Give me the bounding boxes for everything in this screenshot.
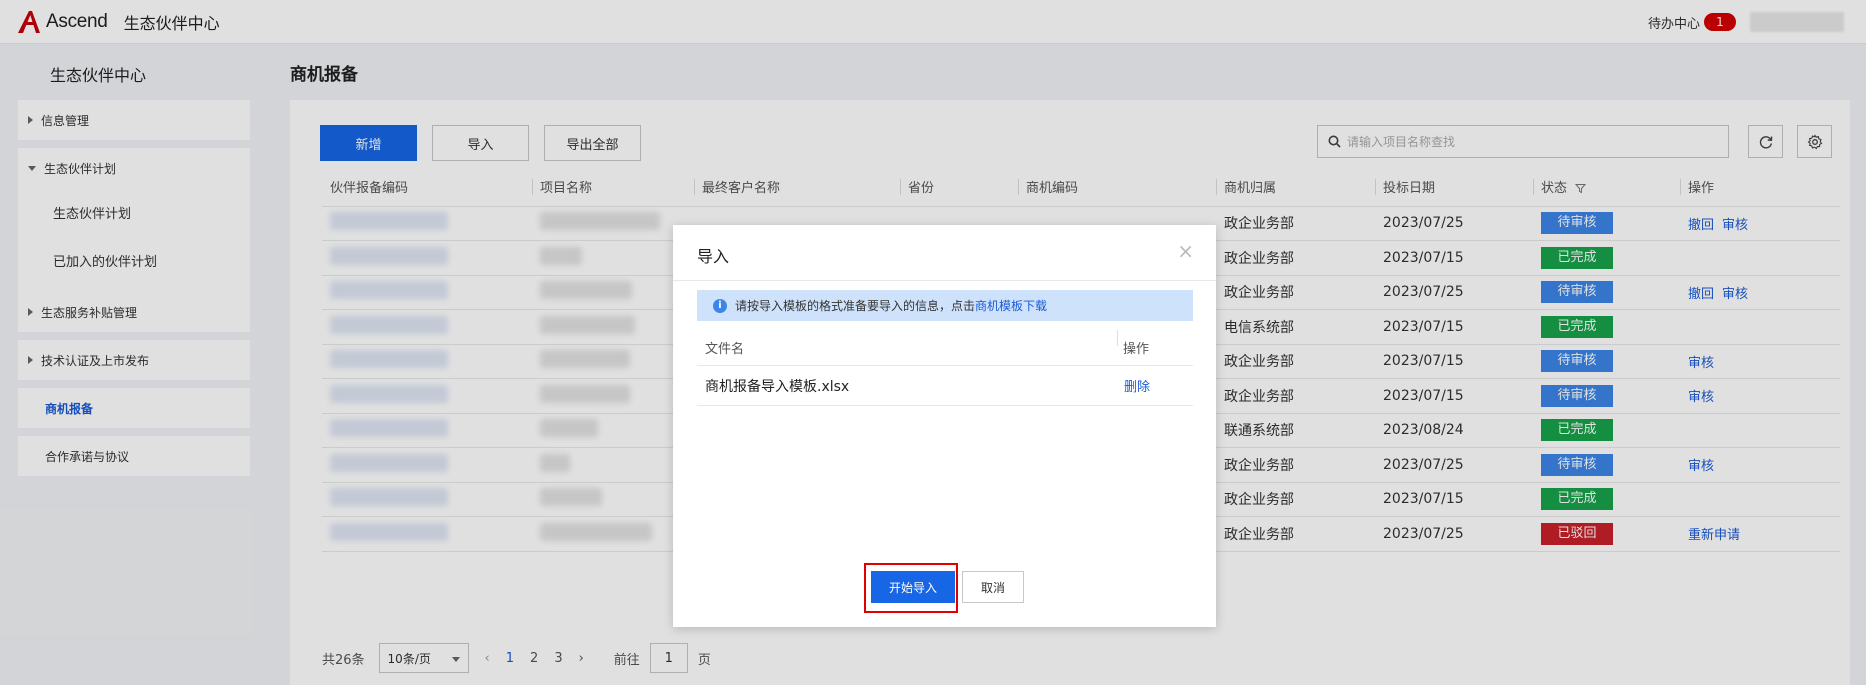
- file-name: 商机报备导入模板.xlsx: [705, 378, 850, 395]
- cancel-button[interactable]: 取消: [962, 571, 1024, 603]
- template-download-link[interactable]: 商机模板下载: [975, 297, 1047, 314]
- file-table: 文件名 操作 商机报备导入模板.xlsx 删除: [697, 330, 1193, 406]
- file-table-header: 文件名 操作: [697, 330, 1193, 366]
- import-notice: i 请按导入模板的格式准备要导入的信息，点击 商机模板下载: [697, 290, 1193, 321]
- close-icon[interactable]: ×: [1177, 239, 1194, 263]
- dialog-title: 导入: [697, 247, 730, 266]
- file-name-column: 文件名: [705, 342, 745, 357]
- start-import-button[interactable]: 开始导入: [871, 571, 955, 603]
- info-icon: i: [713, 298, 727, 313]
- notice-text: 请按导入模板的格式准备要导入的信息，点击: [735, 299, 976, 313]
- file-row: 商机报备导入模板.xlsx 删除: [697, 366, 1193, 406]
- file-op-column: 操作: [1117, 330, 1193, 357]
- delete-file-link[interactable]: 删除: [1124, 380, 1150, 395]
- import-dialog: 导入 × i 请按导入模板的格式准备要导入的信息，点击 商机模板下载 文件名 操作…: [673, 225, 1216, 627]
